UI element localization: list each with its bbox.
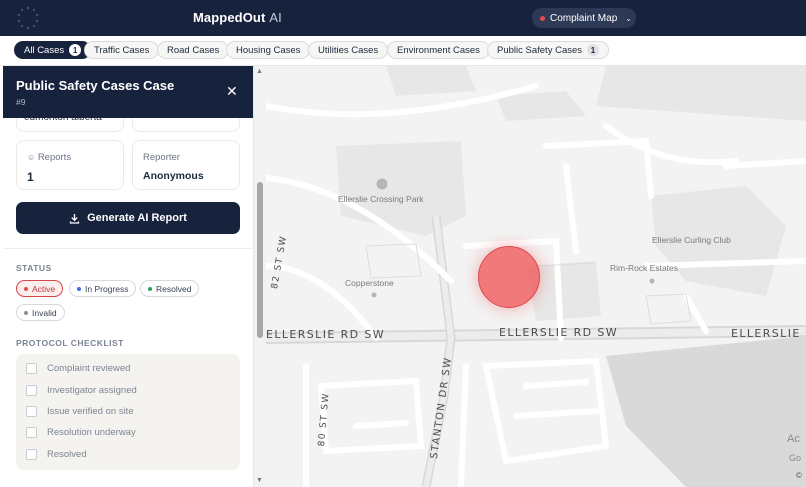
map-selector-dot [540,15,545,21]
filter-label: Utilities Cases [318,44,379,56]
status-invalid[interactable]: Invalid [16,304,65,321]
checklist-item-label: Issue verified on site [47,406,134,417]
filter-label: Traffic Cases [94,44,150,56]
filter-label: Housing Cases [236,44,301,56]
map-label-rim-rock-estates: Rim-Rock Estates [610,263,679,273]
panel-scrollbar[interactable]: ▲ ▼ [254,66,266,487]
case-marker[interactable] [478,246,540,308]
status-section-title: STATUS [16,263,52,273]
checklist-item-label: Complaint reviewed [47,363,131,374]
filter-label: Environment Cases [397,44,480,56]
poi-park-dot [376,178,388,190]
filter-label: Road Cases [167,44,220,56]
status-dot [24,286,28,291]
checklist-item[interactable]: Complaint reviewed [26,363,130,374]
map-label-copperstone: Copperstone [345,278,394,288]
case-detail-panel: edmonton alberta Public Safety Cases Cas… [3,66,254,487]
checkbox[interactable] [26,385,37,396]
case-number: #9 [16,97,26,107]
map-canvas[interactable]: Ellerslie Crossing Park Ellerslie Curlin… [266,66,806,487]
reports-label: ☺ Reports [27,152,71,163]
road-label-ellerslie-east: ELLERSLIE RD SW [731,327,806,340]
map-label-park: Ellerslie Crossing Park [338,194,424,204]
filter-public-safety-cases[interactable]: Public Safety Cases 1 [487,41,610,59]
checklist-item-label: Resolution underway [47,427,136,438]
status-dot [77,286,81,291]
reporter-card: Reporter Anonymous [132,140,240,190]
filter-bar: All Cases 1 Traffic Cases Road Cases Hou… [0,36,806,66]
app-brand: MappedOut AI [193,10,282,25]
checklist-item[interactable]: Issue verified on site [26,406,134,417]
status-label: Invalid [32,307,57,318]
status-label: Active [32,283,56,294]
scroll-thumb[interactable] [257,182,263,338]
status-label: Resolved [156,283,192,294]
checklist-item-label: Investigator assigned [47,385,137,396]
map-attribution[interactable]: © [796,471,802,480]
filter-label: Public Safety Cases [497,44,583,56]
reporter-label: Reporter [143,152,180,163]
checklist-item-label: Resolved [47,449,87,460]
checklist-item[interactable]: Resolved [26,449,87,460]
status-in-progress[interactable]: In Progress [69,280,137,297]
filter-road-cases[interactable]: Road Cases [157,41,230,59]
road-label-ellerslie: ELLERSLIE RD SW [499,326,619,339]
filter-label: All Cases [24,44,65,56]
map-label-partial-go: Go [789,453,802,463]
checkbox[interactable] [26,406,37,417]
panel-header: Public Safety Cases Case #9 ✕ [3,66,253,118]
status-label: In Progress [85,283,129,294]
status-dot [148,286,152,291]
user-icon: ☺ [27,153,36,162]
filter-all-cases[interactable]: All Cases 1 [14,41,92,59]
road-label-ellerslie-west: ELLERSLIE RD SW [266,328,386,341]
download-icon [69,213,80,224]
checklist-item[interactable]: Investigator assigned [26,385,137,396]
status-active[interactable]: Active [16,280,64,297]
top-bar: MappedOut AI Complaint Map ⌄ [0,0,806,36]
checkbox[interactable] [26,427,37,438]
filter-housing-cases[interactable]: Housing Cases [226,41,311,59]
filter-traffic-cases[interactable]: Traffic Cases [84,41,160,59]
generate-button-label: Generate AI Report [87,212,187,224]
checkbox[interactable] [26,363,37,374]
brand-name: MappedOut [193,10,266,25]
map-selector-label: Complaint Map [550,12,618,24]
map-label-curling-club: Ellerslie Curling Club [652,235,731,245]
filter-count-badge: 1 [69,44,82,56]
chevron-down-icon: ⌄ [625,13,632,23]
map-selector[interactable]: Complaint Map ⌄ [532,8,636,28]
checkbox[interactable] [26,449,37,460]
divider [3,248,253,249]
reporter-value: Anonymous [143,170,204,182]
logo-icon [17,6,39,30]
panel-title: Public Safety Cases Case [16,78,175,93]
filter-count-badge: 1 [587,44,600,56]
status-resolved[interactable]: Resolved [140,280,200,297]
map-label-partial-ac: Ac [787,433,800,445]
close-icon[interactable]: ✕ [226,83,238,100]
brand-suffix: AI [269,10,282,25]
reports-label-text: Reports [37,152,72,163]
checklist-item[interactable]: Resolution underway [26,427,136,438]
filter-utilities-cases[interactable]: Utilities Cases [308,41,389,59]
status-dot [24,310,28,315]
reports-value: 1 [27,170,34,184]
scroll-up-arrow-icon[interactable]: ▲ [256,68,263,75]
protocol-checklist: Complaint reviewed Investigator assigned… [16,354,240,470]
scroll-down-arrow-icon[interactable]: ▼ [256,477,263,484]
generate-ai-report-button[interactable]: Generate AI Report [16,202,240,234]
reports-card: ☺ Reports 1 [16,140,124,190]
filter-environment-cases[interactable]: Environment Cases [387,41,490,59]
checklist-section-title: PROTOCOL CHECKLIST [16,338,124,348]
